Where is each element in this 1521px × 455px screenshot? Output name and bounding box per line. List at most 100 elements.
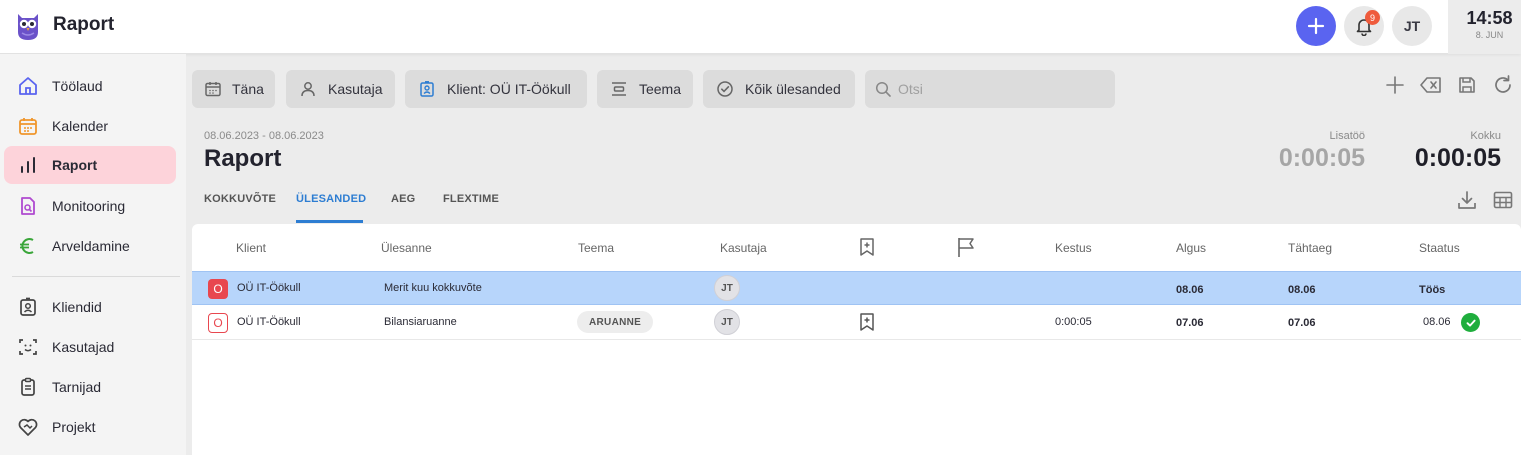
user-avatar-button[interactable]: JT — [1392, 6, 1432, 46]
sidebar-item-kalender[interactable]: Kalender — [4, 107, 176, 145]
download-icon — [1458, 191, 1476, 209]
column-header-client[interactable]: Klient — [236, 241, 266, 255]
filter-client-button[interactable]: Klient: OÜ IT-Öökull — [405, 70, 587, 108]
sidebar-item-monitooring[interactable]: Monitooring — [4, 187, 176, 225]
filter-tasks-label: Kõik ülesanded — [745, 81, 841, 97]
done-check-icon — [1461, 313, 1480, 332]
backspace-icon — [1420, 77, 1441, 93]
flag-icon — [958, 238, 974, 257]
face-scan-icon — [17, 336, 39, 358]
contact-card-icon — [417, 79, 437, 99]
filter-tasks-button[interactable]: Kõik ülesanded — [703, 70, 855, 108]
row-divider — [192, 339, 1521, 340]
bookmark-plus-icon — [860, 313, 874, 331]
contact-card-icon — [17, 296, 39, 318]
column-header-status[interactable]: Staatus — [1419, 241, 1460, 255]
filter-user-label: Kasutaja — [328, 81, 383, 97]
tab-aeg[interactable]: AEG — [391, 193, 415, 205]
clock-time: 14:58 — [1466, 8, 1513, 28]
table-icon — [1493, 191, 1513, 209]
table-view-button[interactable] — [1491, 188, 1515, 212]
sidebar-item-arveldamine[interactable]: Arveldamine — [4, 227, 176, 265]
row-user-avatar: JT — [714, 275, 740, 301]
save-icon — [1459, 77, 1475, 93]
row-duration: 0:00:05 — [1055, 316, 1092, 328]
row-client: OÜ IT-Öökull — [237, 316, 301, 328]
clock-date: 8. JUN — [1475, 30, 1504, 40]
column-header-task[interactable]: Ülesanne — [381, 241, 432, 255]
tab-ulesanded[interactable]: ÜLESANDED — [296, 193, 366, 205]
row-user-avatar: JT — [714, 309, 740, 335]
column-header-user[interactable]: Kasutaja — [720, 241, 767, 255]
search-icon — [875, 81, 891, 97]
plus-icon — [1386, 76, 1404, 94]
column-header-start[interactable]: Algus — [1176, 241, 1206, 255]
sidebar-item-tarnijad[interactable]: Tarnijad — [4, 368, 176, 406]
row-status: Töös — [1419, 284, 1446, 296]
euro-icon — [17, 235, 39, 257]
column-header-deadline[interactable]: Tähtaeg — [1288, 241, 1332, 255]
row-start: 07.06 — [1176, 317, 1204, 329]
row-topic-tag: ARUANNE — [577, 311, 654, 333]
column-header-flag[interactable] — [956, 236, 976, 261]
row-task: Bilansiaruanne — [384, 316, 457, 328]
filter-topic-button[interactable]: Teema — [597, 70, 693, 108]
search-box[interactable] — [865, 70, 1115, 108]
plus-icon — [1307, 17, 1325, 35]
calendar-icon — [17, 115, 39, 137]
filter-client-label: Klient: OÜ IT-Öökull — [447, 81, 571, 97]
row-status: 08.06 — [1423, 316, 1451, 328]
add-button[interactable] — [1296, 6, 1336, 46]
filter-user-button[interactable]: Kasutaja — [286, 70, 395, 108]
row-start: 08.06 — [1176, 284, 1204, 296]
date-range: 08.06.2023 - 08.06.2023 — [204, 130, 324, 142]
sidebar-item-label: Kasutajad — [52, 339, 115, 355]
notification-count-badge: 9 — [1365, 10, 1380, 25]
filter-today-button[interactable]: Täna — [192, 70, 275, 108]
sidebar-item-label: Arveldamine — [52, 238, 130, 254]
client-badge: O — [208, 313, 228, 333]
total-label: Kokku — [1470, 130, 1501, 142]
tab-flextime[interactable]: FLEXTIME — [443, 193, 499, 205]
sidebar-item-label: Töölaud — [52, 78, 103, 94]
row-task: Merit kuu kokkuvõte — [384, 282, 482, 294]
clipboard-icon — [17, 376, 39, 398]
filter-today-label: Täna — [232, 81, 264, 97]
extra-work-value: 0:00:05 — [1278, 144, 1365, 172]
extra-work-label: Lisatöö — [1329, 130, 1365, 142]
row-bookmark-button[interactable] — [858, 312, 876, 335]
column-header-duration[interactable]: Kestus — [1055, 241, 1092, 255]
row-deadline: 07.06 — [1288, 317, 1316, 329]
sidebar-item-label: Monitooring — [52, 198, 126, 214]
app-title: Raport — [53, 14, 115, 35]
download-button[interactable] — [1455, 188, 1479, 212]
filter-topic-label: Teema — [638, 81, 681, 97]
row-client: OÜ IT-Öökull — [237, 282, 301, 294]
clock: 14:58 8. JUN — [1448, 0, 1521, 54]
sidebar-item-kliendid[interactable]: Kliendid — [4, 288, 176, 326]
search-input[interactable] — [898, 81, 1098, 97]
active-tab-indicator — [296, 220, 363, 223]
home-icon — [17, 75, 39, 97]
sidebar-divider — [12, 276, 180, 277]
tab-kokkuvote[interactable]: KOKKUVÕTE — [204, 193, 276, 205]
sidebar-item-label: Raport — [52, 157, 98, 173]
refresh-button[interactable] — [1491, 73, 1515, 97]
total-value: 0:00:05 — [1414, 144, 1501, 172]
sidebar-item-kasutajad[interactable]: Kasutajad — [4, 328, 176, 366]
column-header-topic[interactable]: Teema — [578, 241, 614, 255]
top-bar: Raport 9 JT 14:58 8. JUN — [0, 0, 1521, 54]
client-badge: O — [208, 279, 228, 299]
sidebar-item-projekt[interactable]: Projekt — [4, 408, 176, 446]
notifications-button[interactable]: 9 — [1344, 6, 1384, 46]
row-deadline: 08.06 — [1288, 284, 1316, 296]
sidebar-item-label: Tarnijad — [52, 379, 102, 395]
sidebar-item-raport[interactable]: Raport — [4, 146, 176, 184]
save-filters-button[interactable] — [1455, 73, 1479, 97]
clear-filters-button[interactable] — [1419, 73, 1443, 97]
check-circle-icon — [715, 79, 735, 99]
add-filter-button[interactable] — [1383, 73, 1407, 97]
sidebar-item-toolaud[interactable]: Töölaud — [4, 67, 176, 105]
column-header-bookmark[interactable] — [858, 237, 876, 260]
sidebar-item-label: Projekt — [52, 419, 96, 435]
